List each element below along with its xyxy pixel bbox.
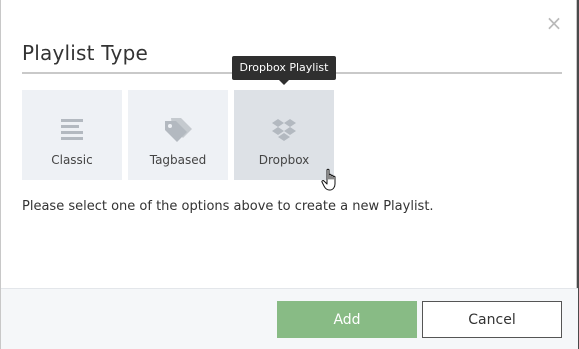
dropbox-tooltip: Dropbox Playlist [232, 56, 336, 85]
option-tagbased-label: Tagbased [149, 153, 207, 167]
cancel-button[interactable]: Cancel [422, 301, 562, 338]
close-icon[interactable]: × [545, 13, 563, 33]
option-dropbox-label: Dropbox [258, 153, 310, 167]
dialog-title: Playlist Type [22, 41, 148, 65]
dropbox-icon [272, 119, 296, 141]
list-lines-icon [61, 119, 83, 140]
selection-hint: Please select one of the options above t… [22, 199, 434, 214]
hand-pointer-cursor-icon [321, 168, 336, 191]
option-dropbox[interactable]: Dropbox [234, 90, 334, 180]
option-classic-label: Classic [51, 153, 93, 167]
tags-icon [165, 118, 192, 142]
option-classic[interactable]: Classic [22, 90, 122, 180]
playlist-type-dialog: × Playlist Type Classic Tagbased Dropbox… [0, 0, 578, 349]
option-tagbased[interactable]: Tagbased [128, 90, 228, 180]
add-button[interactable]: Add [277, 301, 417, 338]
